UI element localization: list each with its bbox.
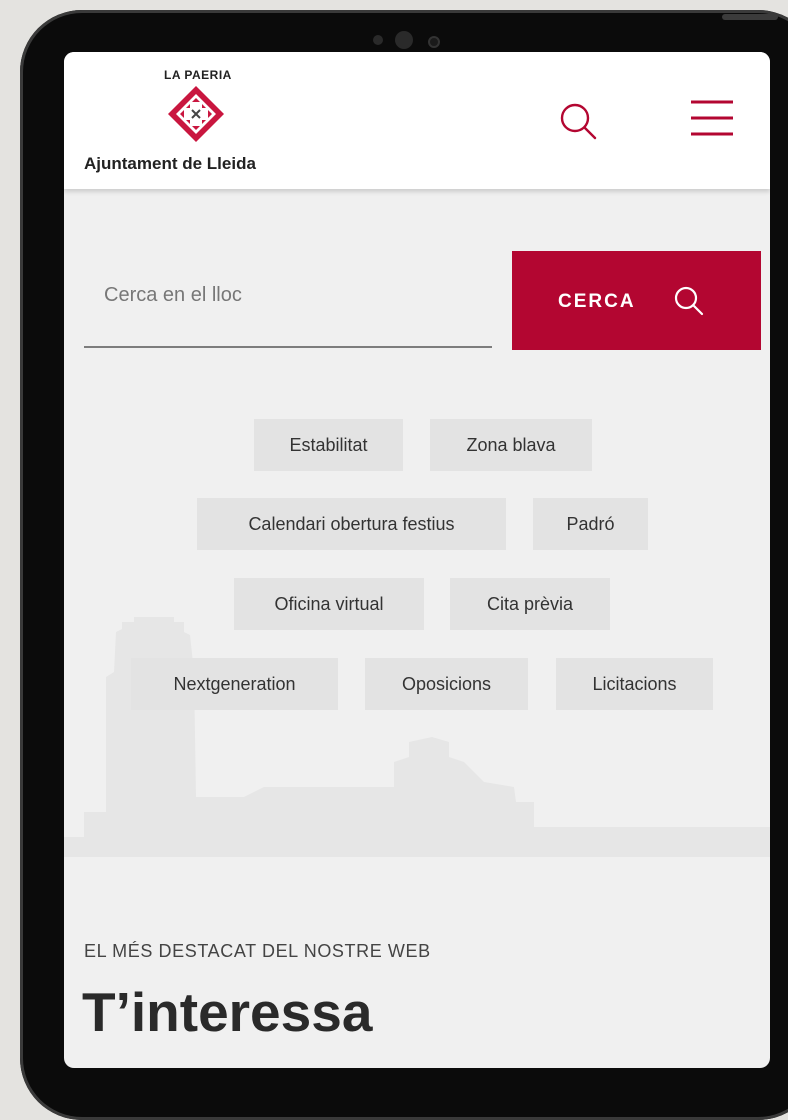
quick-link-chip[interactable]: Estabilitat xyxy=(254,419,403,471)
logo-bottom-text: Ajuntament de Lleida xyxy=(84,154,256,173)
search-input[interactable]: Cerca en el lloc xyxy=(84,250,492,348)
featured-title: T’interessa xyxy=(82,981,373,1043)
site-logo[interactable]: LA PAERIA Ajuntament de Lleida xyxy=(84,66,314,184)
quick-link-chip[interactable]: Oposicions xyxy=(365,658,528,710)
quick-link-chip[interactable]: Calendari obertura festius xyxy=(197,498,506,550)
search-button[interactable]: CERCA xyxy=(512,251,761,350)
featured-kicker: EL MÉS DESTACAT DEL NOSTRE WEB xyxy=(84,941,431,961)
search-icon[interactable] xyxy=(557,100,601,144)
quick-link-chip[interactable]: Oficina virtual xyxy=(234,578,424,630)
city-skyline-silhouette xyxy=(64,617,770,857)
front-camera xyxy=(395,31,413,49)
screen: LA PAERIA Ajuntament de Lleida Cerca en … xyxy=(64,52,770,1068)
sensor-dot xyxy=(373,35,383,45)
search-icon xyxy=(674,286,704,316)
quick-link-chip[interactable]: Licitacions xyxy=(556,658,713,710)
quick-link-chip[interactable]: Nextgeneration xyxy=(131,658,338,710)
menu-icon[interactable] xyxy=(687,98,737,138)
camera-lens xyxy=(428,36,440,48)
quick-link-chip[interactable]: Zona blava xyxy=(430,419,592,471)
quick-link-chip[interactable]: Padró xyxy=(533,498,648,550)
coat-of-arms-icon xyxy=(168,86,224,142)
logo-top-text: LA PAERIA xyxy=(164,68,232,82)
site-header: LA PAERIA Ajuntament de Lleida xyxy=(64,52,770,189)
tablet-side-button xyxy=(722,14,778,20)
quick-link-chip[interactable]: Cita prèvia xyxy=(450,578,610,630)
search-button-label: CERCA xyxy=(558,291,636,312)
